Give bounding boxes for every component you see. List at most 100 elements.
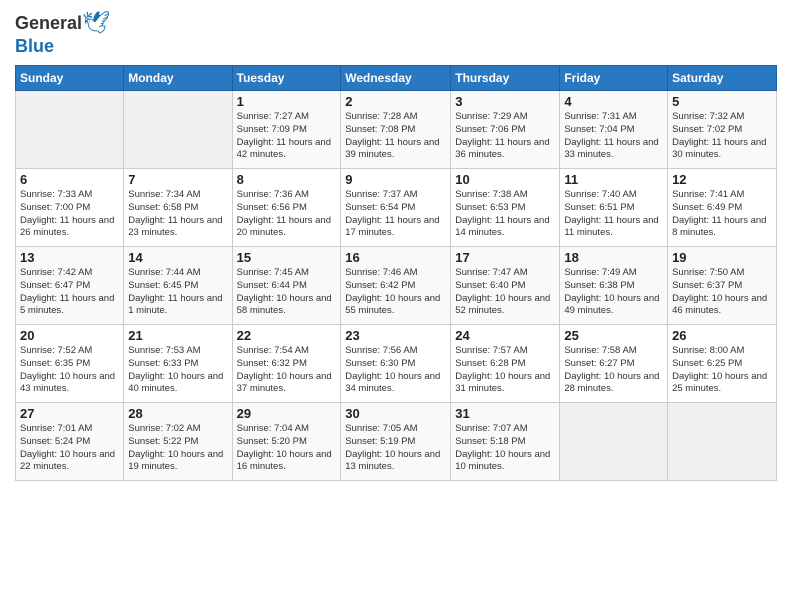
logo-blue-text: Blue xyxy=(15,36,54,57)
calendar-cell: 10 Sunrise: 7:38 AMSunset: 6:53 PMDaylig… xyxy=(451,169,560,247)
day-number: 15 xyxy=(237,250,337,265)
calendar-cell: 3 Sunrise: 7:29 AMSunset: 7:06 PMDayligh… xyxy=(451,91,560,169)
day-number: 17 xyxy=(455,250,555,265)
calendar-cell: 28 Sunrise: 7:02 AMSunset: 5:22 PMDaylig… xyxy=(124,403,232,481)
calendar-cell: 25 Sunrise: 7:58 AMSunset: 6:27 PMDaylig… xyxy=(560,325,668,403)
header: General 🕊 Blue xyxy=(15,10,777,57)
logo: General 🕊 Blue xyxy=(15,10,110,57)
calendar-cell: 15 Sunrise: 7:45 AMSunset: 6:44 PMDaylig… xyxy=(232,247,341,325)
day-info: Sunrise: 7:37 AMSunset: 6:54 PMDaylight:… xyxy=(345,189,446,240)
day-info: Sunrise: 7:38 AMSunset: 6:53 PMDaylight:… xyxy=(455,189,555,240)
day-number: 2 xyxy=(345,94,446,109)
calendar-cell: 13 Sunrise: 7:42 AMSunset: 6:47 PMDaylig… xyxy=(16,247,124,325)
calendar-cell: 22 Sunrise: 7:54 AMSunset: 6:32 PMDaylig… xyxy=(232,325,341,403)
day-info: Sunrise: 7:29 AMSunset: 7:06 PMDaylight:… xyxy=(455,111,555,162)
calendar-cell: 16 Sunrise: 7:46 AMSunset: 6:42 PMDaylig… xyxy=(341,247,451,325)
day-info: Sunrise: 8:00 AMSunset: 6:25 PMDaylight:… xyxy=(672,345,772,396)
calendar-week: 13 Sunrise: 7:42 AMSunset: 6:47 PMDaylig… xyxy=(16,247,777,325)
day-number: 3 xyxy=(455,94,555,109)
day-number: 22 xyxy=(237,328,337,343)
day-number: 8 xyxy=(237,172,337,187)
calendar-cell: 4 Sunrise: 7:31 AMSunset: 7:04 PMDayligh… xyxy=(560,91,668,169)
day-info: Sunrise: 7:02 AMSunset: 5:22 PMDaylight:… xyxy=(128,423,227,474)
day-number: 28 xyxy=(128,406,227,421)
day-number: 26 xyxy=(672,328,772,343)
calendar-cell: 26 Sunrise: 8:00 AMSunset: 6:25 PMDaylig… xyxy=(668,325,777,403)
day-number: 19 xyxy=(672,250,772,265)
day-number: 11 xyxy=(564,172,663,187)
day-info: Sunrise: 7:04 AMSunset: 5:20 PMDaylight:… xyxy=(237,423,337,474)
day-number: 16 xyxy=(345,250,446,265)
day-number: 12 xyxy=(672,172,772,187)
day-info: Sunrise: 7:56 AMSunset: 6:30 PMDaylight:… xyxy=(345,345,446,396)
calendar-cell xyxy=(560,403,668,481)
day-info: Sunrise: 7:34 AMSunset: 6:58 PMDaylight:… xyxy=(128,189,227,240)
day-number: 14 xyxy=(128,250,227,265)
logo-general-text: General xyxy=(15,13,82,34)
calendar-cell: 12 Sunrise: 7:41 AMSunset: 6:49 PMDaylig… xyxy=(668,169,777,247)
logo-bird-icon: 🕊 xyxy=(82,10,110,36)
calendar-cell: 31 Sunrise: 7:07 AMSunset: 5:18 PMDaylig… xyxy=(451,403,560,481)
calendar-cell: 9 Sunrise: 7:37 AMSunset: 6:54 PMDayligh… xyxy=(341,169,451,247)
calendar-cell: 17 Sunrise: 7:47 AMSunset: 6:40 PMDaylig… xyxy=(451,247,560,325)
day-info: Sunrise: 7:50 AMSunset: 6:37 PMDaylight:… xyxy=(672,267,772,318)
calendar-cell: 5 Sunrise: 7:32 AMSunset: 7:02 PMDayligh… xyxy=(668,91,777,169)
day-number: 27 xyxy=(20,406,119,421)
calendar-cell: 24 Sunrise: 7:57 AMSunset: 6:28 PMDaylig… xyxy=(451,325,560,403)
day-info: Sunrise: 7:05 AMSunset: 5:19 PMDaylight:… xyxy=(345,423,446,474)
day-info: Sunrise: 7:49 AMSunset: 6:38 PMDaylight:… xyxy=(564,267,663,318)
calendar-cell xyxy=(16,91,124,169)
header-row: SundayMondayTuesdayWednesdayThursdayFrid… xyxy=(16,66,777,91)
main-container: General 🕊 Blue SundayMondayTuesdayWednes… xyxy=(0,0,792,486)
day-info: Sunrise: 7:42 AMSunset: 6:47 PMDaylight:… xyxy=(20,267,119,318)
calendar-cell: 19 Sunrise: 7:50 AMSunset: 6:37 PMDaylig… xyxy=(668,247,777,325)
day-header: Wednesday xyxy=(341,66,451,91)
day-info: Sunrise: 7:40 AMSunset: 6:51 PMDaylight:… xyxy=(564,189,663,240)
calendar-week: 27 Sunrise: 7:01 AMSunset: 5:24 PMDaylig… xyxy=(16,403,777,481)
day-info: Sunrise: 7:46 AMSunset: 6:42 PMDaylight:… xyxy=(345,267,446,318)
calendar-cell: 7 Sunrise: 7:34 AMSunset: 6:58 PMDayligh… xyxy=(124,169,232,247)
calendar-cell: 20 Sunrise: 7:52 AMSunset: 6:35 PMDaylig… xyxy=(16,325,124,403)
day-header: Saturday xyxy=(668,66,777,91)
day-info: Sunrise: 7:41 AMSunset: 6:49 PMDaylight:… xyxy=(672,189,772,240)
calendar-table: SundayMondayTuesdayWednesdayThursdayFrid… xyxy=(15,65,777,481)
calendar-cell: 23 Sunrise: 7:56 AMSunset: 6:30 PMDaylig… xyxy=(341,325,451,403)
calendar-cell: 8 Sunrise: 7:36 AMSunset: 6:56 PMDayligh… xyxy=(232,169,341,247)
day-info: Sunrise: 7:36 AMSunset: 6:56 PMDaylight:… xyxy=(237,189,337,240)
day-header: Friday xyxy=(560,66,668,91)
calendar-cell: 18 Sunrise: 7:49 AMSunset: 6:38 PMDaylig… xyxy=(560,247,668,325)
day-number: 21 xyxy=(128,328,227,343)
calendar-cell xyxy=(124,91,232,169)
day-number: 6 xyxy=(20,172,119,187)
day-number: 30 xyxy=(345,406,446,421)
day-info: Sunrise: 7:53 AMSunset: 6:33 PMDaylight:… xyxy=(128,345,227,396)
day-number: 5 xyxy=(672,94,772,109)
day-header: Sunday xyxy=(16,66,124,91)
calendar-cell: 27 Sunrise: 7:01 AMSunset: 5:24 PMDaylig… xyxy=(16,403,124,481)
day-info: Sunrise: 7:44 AMSunset: 6:45 PMDaylight:… xyxy=(128,267,227,318)
day-number: 7 xyxy=(128,172,227,187)
calendar-week: 1 Sunrise: 7:27 AMSunset: 7:09 PMDayligh… xyxy=(16,91,777,169)
day-number: 1 xyxy=(237,94,337,109)
day-info: Sunrise: 7:33 AMSunset: 7:00 PMDaylight:… xyxy=(20,189,119,240)
day-info: Sunrise: 7:01 AMSunset: 5:24 PMDaylight:… xyxy=(20,423,119,474)
calendar-cell: 29 Sunrise: 7:04 AMSunset: 5:20 PMDaylig… xyxy=(232,403,341,481)
day-number: 25 xyxy=(564,328,663,343)
day-number: 29 xyxy=(237,406,337,421)
calendar-week: 20 Sunrise: 7:52 AMSunset: 6:35 PMDaylig… xyxy=(16,325,777,403)
day-info: Sunrise: 7:31 AMSunset: 7:04 PMDaylight:… xyxy=(564,111,663,162)
day-header: Monday xyxy=(124,66,232,91)
day-header: Thursday xyxy=(451,66,560,91)
day-info: Sunrise: 7:58 AMSunset: 6:27 PMDaylight:… xyxy=(564,345,663,396)
day-number: 31 xyxy=(455,406,555,421)
day-info: Sunrise: 7:52 AMSunset: 6:35 PMDaylight:… xyxy=(20,345,119,396)
calendar-cell: 11 Sunrise: 7:40 AMSunset: 6:51 PMDaylig… xyxy=(560,169,668,247)
day-header: Tuesday xyxy=(232,66,341,91)
day-number: 10 xyxy=(455,172,555,187)
day-number: 20 xyxy=(20,328,119,343)
calendar-cell: 21 Sunrise: 7:53 AMSunset: 6:33 PMDaylig… xyxy=(124,325,232,403)
day-info: Sunrise: 7:07 AMSunset: 5:18 PMDaylight:… xyxy=(455,423,555,474)
day-info: Sunrise: 7:28 AMSunset: 7:08 PMDaylight:… xyxy=(345,111,446,162)
day-info: Sunrise: 7:27 AMSunset: 7:09 PMDaylight:… xyxy=(237,111,337,162)
day-info: Sunrise: 7:47 AMSunset: 6:40 PMDaylight:… xyxy=(455,267,555,318)
